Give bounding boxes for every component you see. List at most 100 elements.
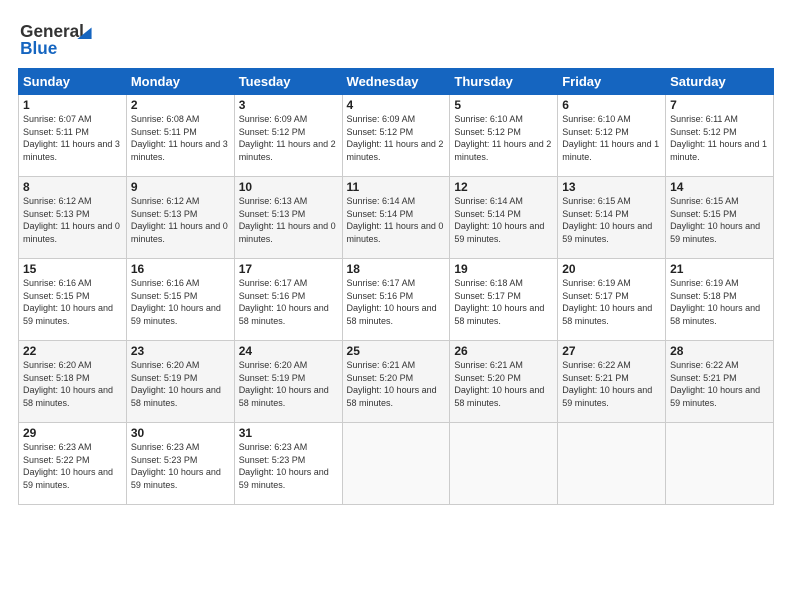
day-info: Sunrise: 6:08 AMSunset: 5:11 PMDaylight:… (131, 113, 230, 163)
day-number: 27 (562, 344, 661, 358)
calendar-cell (450, 423, 558, 505)
day-number: 24 (239, 344, 338, 358)
calendar-header-tuesday: Tuesday (234, 69, 342, 95)
day-info: Sunrise: 6:10 AMSunset: 5:12 PMDaylight:… (562, 113, 661, 163)
day-info: Sunrise: 6:13 AMSunset: 5:13 PMDaylight:… (239, 195, 338, 245)
day-info: Sunrise: 6:17 AMSunset: 5:16 PMDaylight:… (347, 277, 446, 327)
calendar-cell: 9 Sunrise: 6:12 AMSunset: 5:13 PMDayligh… (126, 177, 234, 259)
day-info: Sunrise: 6:15 AMSunset: 5:14 PMDaylight:… (562, 195, 661, 245)
calendar-week-1: 1 Sunrise: 6:07 AMSunset: 5:11 PMDayligh… (19, 95, 774, 177)
calendar-header-row: SundayMondayTuesdayWednesdayThursdayFrid… (19, 69, 774, 95)
day-number: 31 (239, 426, 338, 440)
calendar-header-wednesday: Wednesday (342, 69, 450, 95)
day-number: 21 (670, 262, 769, 276)
day-info: Sunrise: 6:12 AMSunset: 5:13 PMDaylight:… (23, 195, 122, 245)
day-number: 18 (347, 262, 446, 276)
calendar-cell: 23 Sunrise: 6:20 AMSunset: 5:19 PMDaylig… (126, 341, 234, 423)
calendar-cell: 10 Sunrise: 6:13 AMSunset: 5:13 PMDaylig… (234, 177, 342, 259)
calendar-cell: 6 Sunrise: 6:10 AMSunset: 5:12 PMDayligh… (558, 95, 666, 177)
day-info: Sunrise: 6:21 AMSunset: 5:20 PMDaylight:… (347, 359, 446, 409)
day-number: 15 (23, 262, 122, 276)
day-info: Sunrise: 6:09 AMSunset: 5:12 PMDaylight:… (239, 113, 338, 163)
day-number: 26 (454, 344, 553, 358)
day-info: Sunrise: 6:07 AMSunset: 5:11 PMDaylight:… (23, 113, 122, 163)
calendar-cell: 25 Sunrise: 6:21 AMSunset: 5:20 PMDaylig… (342, 341, 450, 423)
day-info: Sunrise: 6:20 AMSunset: 5:18 PMDaylight:… (23, 359, 122, 409)
calendar-week-5: 29 Sunrise: 6:23 AMSunset: 5:22 PMDaylig… (19, 423, 774, 505)
day-number: 30 (131, 426, 230, 440)
calendar-cell: 31 Sunrise: 6:23 AMSunset: 5:23 PMDaylig… (234, 423, 342, 505)
calendar-cell: 16 Sunrise: 6:16 AMSunset: 5:15 PMDaylig… (126, 259, 234, 341)
calendar-cell: 20 Sunrise: 6:19 AMSunset: 5:17 PMDaylig… (558, 259, 666, 341)
day-info: Sunrise: 6:14 AMSunset: 5:14 PMDaylight:… (347, 195, 446, 245)
calendar-cell: 21 Sunrise: 6:19 AMSunset: 5:18 PMDaylig… (666, 259, 774, 341)
calendar-cell: 30 Sunrise: 6:23 AMSunset: 5:23 PMDaylig… (126, 423, 234, 505)
calendar-cell: 27 Sunrise: 6:22 AMSunset: 5:21 PMDaylig… (558, 341, 666, 423)
day-number: 19 (454, 262, 553, 276)
calendar-table: SundayMondayTuesdayWednesdayThursdayFrid… (18, 68, 774, 505)
calendar-cell: 22 Sunrise: 6:20 AMSunset: 5:18 PMDaylig… (19, 341, 127, 423)
day-info: Sunrise: 6:09 AMSunset: 5:12 PMDaylight:… (347, 113, 446, 163)
day-number: 25 (347, 344, 446, 358)
day-number: 11 (347, 180, 446, 194)
day-info: Sunrise: 6:23 AMSunset: 5:22 PMDaylight:… (23, 441, 122, 491)
calendar-cell: 11 Sunrise: 6:14 AMSunset: 5:14 PMDaylig… (342, 177, 450, 259)
day-number: 20 (562, 262, 661, 276)
calendar-header-monday: Monday (126, 69, 234, 95)
calendar-cell: 19 Sunrise: 6:18 AMSunset: 5:17 PMDaylig… (450, 259, 558, 341)
calendar-header-friday: Friday (558, 69, 666, 95)
day-info: Sunrise: 6:19 AMSunset: 5:17 PMDaylight:… (562, 277, 661, 327)
day-info: Sunrise: 6:22 AMSunset: 5:21 PMDaylight:… (562, 359, 661, 409)
header: General Blue (18, 18, 774, 58)
day-info: Sunrise: 6:23 AMSunset: 5:23 PMDaylight:… (131, 441, 230, 491)
calendar-cell (342, 423, 450, 505)
day-number: 5 (454, 98, 553, 112)
calendar-cell: 29 Sunrise: 6:23 AMSunset: 5:22 PMDaylig… (19, 423, 127, 505)
calendar-cell: 2 Sunrise: 6:08 AMSunset: 5:11 PMDayligh… (126, 95, 234, 177)
day-number: 6 (562, 98, 661, 112)
day-info: Sunrise: 6:11 AMSunset: 5:12 PMDaylight:… (670, 113, 769, 163)
svg-text:Blue: Blue (20, 38, 57, 58)
day-number: 22 (23, 344, 122, 358)
calendar-cell: 4 Sunrise: 6:09 AMSunset: 5:12 PMDayligh… (342, 95, 450, 177)
day-number: 2 (131, 98, 230, 112)
calendar-cell: 13 Sunrise: 6:15 AMSunset: 5:14 PMDaylig… (558, 177, 666, 259)
day-info: Sunrise: 6:17 AMSunset: 5:16 PMDaylight:… (239, 277, 338, 327)
calendar-header-saturday: Saturday (666, 69, 774, 95)
day-info: Sunrise: 6:23 AMSunset: 5:23 PMDaylight:… (239, 441, 338, 491)
calendar-cell: 7 Sunrise: 6:11 AMSunset: 5:12 PMDayligh… (666, 95, 774, 177)
calendar-cell: 12 Sunrise: 6:14 AMSunset: 5:14 PMDaylig… (450, 177, 558, 259)
calendar-cell: 8 Sunrise: 6:12 AMSunset: 5:13 PMDayligh… (19, 177, 127, 259)
day-number: 3 (239, 98, 338, 112)
day-info: Sunrise: 6:12 AMSunset: 5:13 PMDaylight:… (131, 195, 230, 245)
day-number: 23 (131, 344, 230, 358)
day-number: 4 (347, 98, 446, 112)
day-number: 7 (670, 98, 769, 112)
calendar-cell: 1 Sunrise: 6:07 AMSunset: 5:11 PMDayligh… (19, 95, 127, 177)
day-info: Sunrise: 6:14 AMSunset: 5:14 PMDaylight:… (454, 195, 553, 245)
day-number: 14 (670, 180, 769, 194)
day-info: Sunrise: 6:19 AMSunset: 5:18 PMDaylight:… (670, 277, 769, 327)
logo-svg: General Blue (18, 18, 108, 58)
day-number: 28 (670, 344, 769, 358)
calendar-cell (666, 423, 774, 505)
day-info: Sunrise: 6:20 AMSunset: 5:19 PMDaylight:… (131, 359, 230, 409)
day-number: 12 (454, 180, 553, 194)
calendar-header-sunday: Sunday (19, 69, 127, 95)
calendar-header-thursday: Thursday (450, 69, 558, 95)
calendar-cell: 5 Sunrise: 6:10 AMSunset: 5:12 PMDayligh… (450, 95, 558, 177)
day-number: 8 (23, 180, 122, 194)
calendar-week-2: 8 Sunrise: 6:12 AMSunset: 5:13 PMDayligh… (19, 177, 774, 259)
day-number: 17 (239, 262, 338, 276)
calendar-cell: 28 Sunrise: 6:22 AMSunset: 5:21 PMDaylig… (666, 341, 774, 423)
day-info: Sunrise: 6:15 AMSunset: 5:15 PMDaylight:… (670, 195, 769, 245)
day-number: 29 (23, 426, 122, 440)
day-number: 9 (131, 180, 230, 194)
day-info: Sunrise: 6:10 AMSunset: 5:12 PMDaylight:… (454, 113, 553, 163)
calendar-week-4: 22 Sunrise: 6:20 AMSunset: 5:18 PMDaylig… (19, 341, 774, 423)
calendar-cell: 18 Sunrise: 6:17 AMSunset: 5:16 PMDaylig… (342, 259, 450, 341)
day-info: Sunrise: 6:16 AMSunset: 5:15 PMDaylight:… (23, 277, 122, 327)
logo: General Blue (18, 18, 108, 58)
calendar-cell: 15 Sunrise: 6:16 AMSunset: 5:15 PMDaylig… (19, 259, 127, 341)
day-info: Sunrise: 6:22 AMSunset: 5:21 PMDaylight:… (670, 359, 769, 409)
